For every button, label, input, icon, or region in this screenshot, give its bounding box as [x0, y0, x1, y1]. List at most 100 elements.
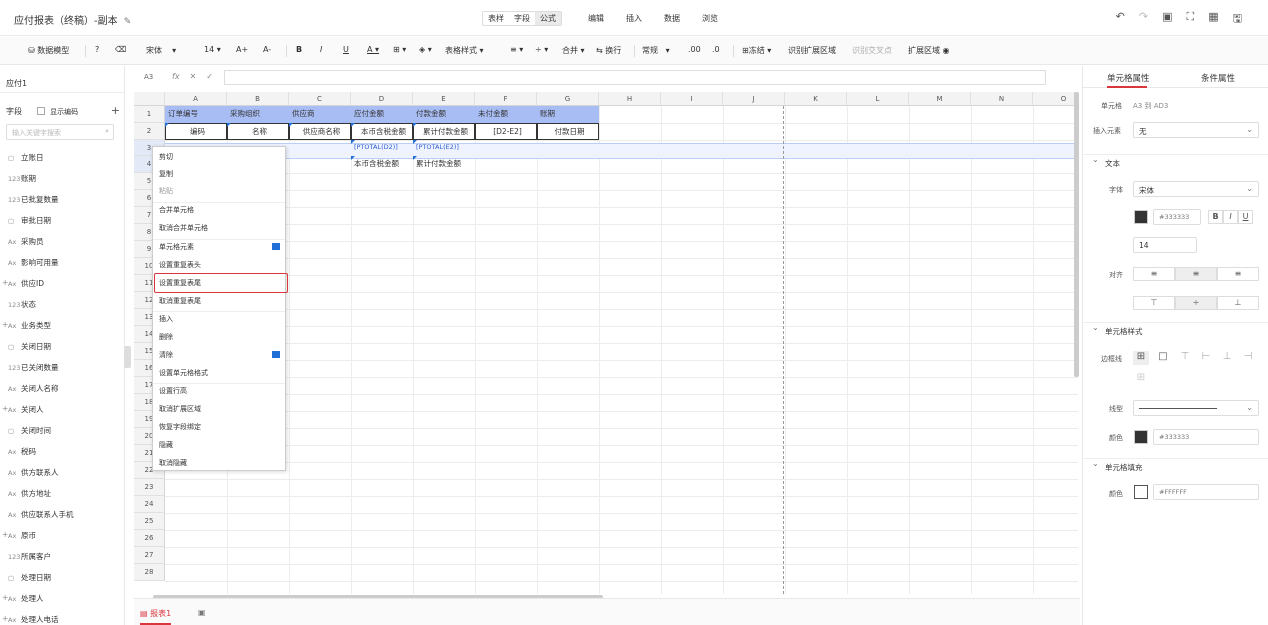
align-middle-icon[interactable]: ÷: [1175, 296, 1217, 310]
formula-input[interactable]: [224, 70, 1046, 85]
identify-expand-button[interactable]: 识别扩展区域: [788, 45, 836, 56]
cell[interactable]: 供应商: [289, 106, 351, 123]
font-select[interactable]: 宋体 ▾: [146, 45, 176, 56]
field-item[interactable]: Ax 供方联系人: [8, 467, 59, 478]
confirm-icon[interactable]: ✓: [206, 72, 213, 81]
column-header[interactable]: F: [475, 92, 537, 106]
underline-toggle[interactable]: U: [1238, 210, 1253, 224]
field-item[interactable]: Ax 税码: [8, 446, 36, 457]
expand-icon[interactable]: +: [2, 530, 8, 539]
tab-field[interactable]: 字段: [509, 12, 535, 25]
cell[interactable]: 账期: [537, 106, 599, 123]
border-color-swatch[interactable]: [1134, 430, 1148, 444]
field-item[interactable]: ▢ 关闭日期: [8, 341, 51, 352]
expand-icon[interactable]: +: [2, 404, 8, 413]
cancel-icon[interactable]: ✕: [190, 72, 197, 81]
border-outer-icon[interactable]: □: [1155, 351, 1171, 365]
context-menu-item[interactable]: 取消扩展区域: [159, 404, 201, 414]
row-header[interactable]: 25: [134, 513, 165, 530]
context-menu-item[interactable]: 设置重复表头: [159, 260, 201, 270]
field-item[interactable]: + Ax 业务类型: [2, 320, 51, 331]
border-color-input[interactable]: #333333: [1153, 429, 1259, 445]
row-header[interactable]: 28: [134, 564, 165, 581]
column-header[interactable]: B: [227, 92, 289, 106]
align-bottom-icon[interactable]: ⊥: [1217, 296, 1259, 310]
border-icon[interactable]: ⊞ ▾: [393, 45, 406, 54]
column-header[interactable]: N: [971, 92, 1033, 106]
redo-icon[interactable]: ↷: [1139, 10, 1148, 29]
fill-color-icon[interactable]: ◈ ▾: [419, 45, 432, 54]
field-item[interactable]: 123状态: [8, 299, 36, 310]
data-model-button[interactable]: ⛁ 数据模型: [28, 45, 69, 56]
row-header[interactable]: 27: [134, 547, 165, 564]
column-header[interactable]: L: [847, 92, 909, 106]
field-item[interactable]: ▢ 关闭时间: [8, 425, 51, 436]
border-left-icon[interactable]: ⊢: [1198, 351, 1214, 365]
table-style-select[interactable]: 表格样式 ▾: [445, 45, 484, 56]
wrap-button[interactable]: ⇆ 换行: [596, 45, 621, 56]
field-item[interactable]: 123已批复数量: [8, 194, 59, 205]
row-header[interactable]: 2: [134, 123, 165, 140]
context-menu-item[interactable]: 插入: [159, 314, 173, 324]
align-vertical-icon[interactable]: ÷ ▾: [535, 45, 548, 54]
context-menu-item[interactable]: 隐藏: [159, 440, 173, 450]
bold-toggle[interactable]: B: [1208, 210, 1223, 224]
row-header[interactable]: 24: [134, 496, 165, 513]
cell-reference[interactable]: A3: [144, 73, 153, 81]
insert-element-select[interactable]: 无 ⌄: [1133, 122, 1259, 138]
context-menu-item[interactable]: 粘贴: [159, 186, 173, 196]
context-menu-item[interactable]: 设置单元格格式: [159, 368, 208, 378]
expand-area-button[interactable]: 扩展区域 ◉: [908, 45, 950, 56]
row-header[interactable]: 1: [134, 106, 165, 123]
undo-icon[interactable]: ↶: [1116, 10, 1125, 29]
edit-title-icon[interactable]: ✎: [124, 17, 132, 27]
field-item[interactable]: Ax 采购员: [8, 236, 44, 247]
column-header[interactable]: E: [413, 92, 475, 106]
freeze-select[interactable]: ⊞冻结 ▾: [742, 45, 771, 56]
add-sheet-icon[interactable]: ▣: [198, 608, 206, 617]
eraser-icon[interactable]: ⌫: [115, 45, 126, 54]
context-menu-item[interactable]: 取消隐藏: [159, 458, 187, 468]
cell[interactable]: 采购组织: [227, 106, 289, 123]
identify-cross-button[interactable]: 识别交叉点: [852, 45, 892, 56]
align-horizontal-icon[interactable]: ≡ ▾: [510, 45, 523, 54]
font-size-input[interactable]: 14: [1133, 237, 1197, 253]
cell-style-section-header[interactable]: 单元格样式: [1083, 322, 1268, 336]
column-header[interactable]: D: [351, 92, 413, 106]
layout-icon[interactable]: ▦: [1208, 10, 1218, 29]
context-menu-item[interactable]: 复制: [159, 169, 173, 179]
field-item[interactable]: Ax 影响可用量: [8, 257, 59, 268]
column-header[interactable]: J: [723, 92, 785, 106]
context-menu-item[interactable]: 清除: [159, 350, 173, 360]
corner-cell[interactable]: [134, 92, 165, 106]
context-menu-item[interactable]: 取消合并单元格: [159, 223, 208, 233]
context-menu-item[interactable]: 设置行高: [159, 386, 187, 396]
font-increase-button[interactable]: A+: [236, 45, 248, 54]
field-item[interactable]: Ax 关闭人名称: [8, 383, 59, 394]
font-decrease-button[interactable]: A-: [263, 45, 271, 54]
field-item[interactable]: ▢ 立账日: [8, 152, 44, 163]
cell[interactable]: 付款金额: [413, 106, 475, 123]
font-color-input[interactable]: #333333: [1153, 209, 1201, 225]
collapse-panel-handle[interactable]: [124, 346, 131, 368]
border-top-icon[interactable]: ⊤: [1177, 351, 1193, 365]
line-type-select[interactable]: ⌄: [1133, 400, 1259, 416]
row-header[interactable]: 23: [134, 479, 165, 496]
add-icon[interactable]: +: [111, 104, 120, 117]
column-header[interactable]: I: [661, 92, 723, 106]
menu-insert[interactable]: 插入: [626, 13, 642, 24]
cell[interactable]: 订单编号: [165, 106, 227, 123]
field-item[interactable]: Ax 供应联系人手机: [8, 509, 74, 520]
menu-edit[interactable]: 编辑: [588, 13, 604, 24]
context-menu-item[interactable]: 剪切: [159, 152, 173, 162]
field-item[interactable]: 123已关闭数量: [8, 362, 59, 373]
italic-toggle[interactable]: I: [1223, 210, 1238, 224]
field-item[interactable]: + Ax 原币: [2, 530, 36, 541]
field-item[interactable]: + Ax 处理人: [2, 593, 44, 604]
show-code-checkbox[interactable]: [36, 107, 45, 115]
menu-data[interactable]: 数据: [664, 13, 680, 24]
cell[interactable]: 供应商名称: [289, 123, 351, 140]
tab-sample[interactable]: 表样: [483, 12, 509, 25]
column-header[interactable]: K: [785, 92, 847, 106]
help-icon[interactable]: ?: [95, 45, 99, 54]
